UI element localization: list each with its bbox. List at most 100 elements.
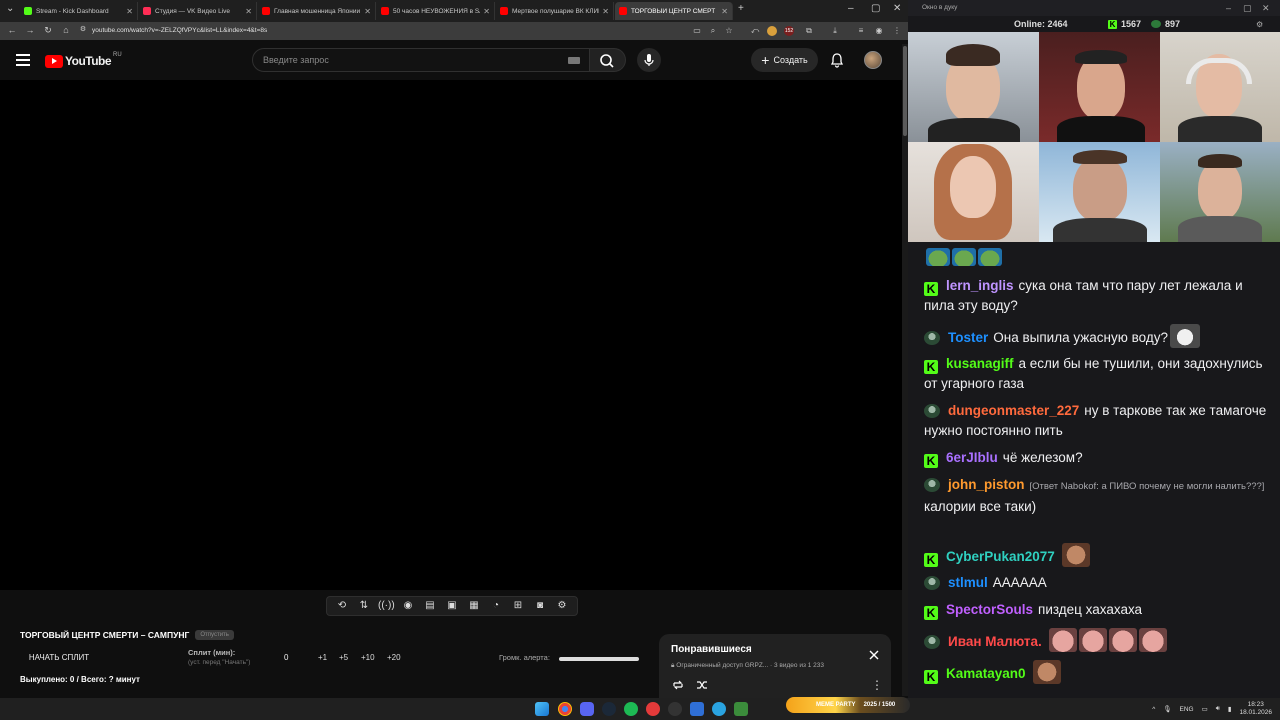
obs-icon[interactable]	[668, 702, 682, 716]
language-indicator[interactable]: ENG	[1180, 706, 1194, 713]
picture-in-picture-icon[interactable]: ▣	[444, 599, 460, 613]
chat-username[interactable]: Kamatayan0	[946, 666, 1026, 681]
close-icon[interactable]	[867, 648, 881, 662]
download-icon[interactable]: ⤓	[830, 26, 840, 36]
windows-start-icon[interactable]	[535, 702, 549, 716]
chat-username[interactable]: john_piston	[948, 477, 1025, 492]
cast-icon[interactable]: ▭	[692, 26, 702, 36]
avatar[interactable]	[864, 51, 882, 69]
network-icon[interactable]: ▭	[1202, 705, 1208, 713]
broadcast-icon[interactable]: ((·))	[378, 599, 395, 613]
tab-youtube-active[interactable]: ТОРГОВЫЙ ЦЕНТР СМЕРТ ✕	[615, 2, 733, 20]
media-player-icon[interactable]	[690, 702, 704, 716]
add-20-minutes-button[interactable]: +20	[387, 653, 401, 662]
chat-username[interactable]: lern_inglis	[946, 278, 1014, 293]
extension-icon[interactable]	[767, 26, 777, 36]
title-badge-button[interactable]: Отпустить	[195, 630, 234, 640]
reading-list-icon[interactable]: ≡	[856, 26, 866, 36]
eye-icon[interactable]: ◉	[400, 599, 416, 613]
meme-party-promo-widget[interactable]: MEME PARTY 2025 / 1500	[786, 697, 910, 713]
telegram-icon[interactable]	[712, 702, 726, 716]
reload-icon[interactable]: ↻	[40, 25, 56, 36]
chat-username[interactable]: kusanagiff	[946, 356, 1014, 371]
forward-icon[interactable]: →	[22, 25, 38, 35]
loop-playlist-icon[interactable]	[671, 678, 685, 692]
tab-youtube-2[interactable]: 50 часов НЕУВОЖЕНИЯ в SAM ✕	[377, 2, 495, 20]
settings-gear-icon[interactable]: ⚙	[1256, 20, 1263, 29]
search-input[interactable]	[253, 49, 543, 71]
chat-username[interactable]: stlmul	[948, 575, 988, 590]
back-icon[interactable]: ←	[4, 25, 20, 35]
search-box[interactable]	[252, 48, 590, 72]
video-player[interactable]	[0, 80, 902, 590]
spotify-icon[interactable]	[624, 702, 638, 716]
search-button[interactable]	[590, 48, 626, 72]
close-tab-icon[interactable]: ✕	[245, 7, 252, 16]
scrollbar-thumb[interactable]	[903, 46, 907, 136]
tray-chevron-icon[interactable]: ^	[1152, 706, 1155, 713]
chat-username[interactable]: CyberPukan2077	[946, 549, 1055, 564]
profile-icon[interactable]: ◉	[874, 26, 884, 36]
add-1-minute-button[interactable]: +1	[318, 653, 327, 662]
close-tab-icon[interactable]: ✕	[483, 7, 490, 16]
notifications-bell-icon[interactable]	[829, 52, 845, 68]
chat-username[interactable]: dungeonmaster_227	[948, 403, 1079, 418]
add-clip-icon[interactable]: ⊞	[510, 599, 526, 613]
chat-username[interactable]: 6erJIblu	[946, 450, 998, 465]
chat-username[interactable]: Toster	[948, 330, 988, 345]
close-tab-icon[interactable]: ✕	[364, 7, 371, 16]
youtube-logo[interactable]: YouTube RU	[45, 52, 122, 68]
keyboard-icon[interactable]	[568, 57, 580, 64]
screenshot-camera-icon[interactable]: ◙	[532, 599, 548, 613]
more-options-icon[interactable]: ⋮	[871, 678, 883, 692]
extensions-puzzle-icon[interactable]: ⧉	[804, 26, 814, 36]
voice-search-button[interactable]	[637, 48, 661, 72]
tab-vk-studio[interactable]: Студия — VK Видео Live ✕	[139, 2, 257, 20]
shuffle-icon[interactable]	[695, 678, 709, 692]
add-5-minutes-button[interactable]: +5	[339, 653, 348, 662]
microphone-icon[interactable]: 🎙︎	[1163, 705, 1171, 713]
chat-username[interactable]: Иван Малюта.	[948, 634, 1042, 649]
app-icon[interactable]	[646, 702, 660, 716]
clock[interactable]: 18:23 18.01.2026	[1239, 701, 1272, 717]
chat-username[interactable]: SpectorSouls	[946, 602, 1033, 617]
sidebar-icon[interactable]: ⤺	[750, 26, 760, 36]
playlist-title[interactable]: Понравившиеся	[671, 644, 752, 655]
maximize-icon[interactable]: ▢	[1243, 0, 1252, 16]
close-tab-icon[interactable]: ✕	[721, 7, 728, 16]
sort-icon[interactable]: ⇅	[356, 599, 372, 613]
extension-badge-icon[interactable]: 152	[784, 26, 794, 36]
chrome-icon[interactable]	[558, 702, 572, 716]
close-tab-icon[interactable]: ✕	[602, 7, 609, 16]
create-button[interactable]: + Создать	[751, 48, 818, 72]
battery-icon[interactable]: ▮	[1228, 705, 1232, 713]
home-icon[interactable]: ⌂	[58, 25, 74, 35]
site-info-icon[interactable]: ⚙	[75, 25, 91, 33]
alert-volume-slider[interactable]	[559, 657, 639, 661]
new-tab-icon[interactable]: +	[738, 3, 744, 14]
split-minutes-value[interactable]: 0	[284, 653, 288, 662]
steam-icon[interactable]	[602, 702, 616, 716]
start-split-button[interactable]: НАЧАТЬ СПЛИТ	[22, 650, 96, 666]
url-field[interactable]: youtube.com/watch?v=-ZELZQfVPYc&list=LL&…	[92, 25, 652, 37]
close-window-icon[interactable]: ✕	[1262, 0, 1270, 16]
volume-icon[interactable]: 🔊︎	[1216, 705, 1220, 713]
tab-kick-dashboard[interactable]: Stream - Kick Dashboard ✕	[20, 2, 138, 20]
app-icon[interactable]	[734, 702, 748, 716]
maximize-icon[interactable]: ▢	[871, 3, 880, 14]
frames-icon[interactable]: ▦	[466, 599, 482, 613]
hamburger-menu-icon[interactable]	[16, 54, 30, 66]
minimize-icon[interactable]: –	[848, 3, 854, 14]
minimize-icon[interactable]: –	[1226, 0, 1231, 16]
tab-youtube-3[interactable]: Мертвое полушарие ВК КЛИП ✕	[496, 2, 614, 20]
clapperboard-icon[interactable]: ▤	[422, 599, 438, 613]
close-tab-icon[interactable]: ✕	[126, 7, 133, 16]
tab-list-icon[interactable]: ⌄	[6, 3, 14, 14]
add-10-minutes-button[interactable]: +10	[361, 653, 375, 662]
settings-gear-icon[interactable]: ⚙	[554, 599, 570, 613]
loop-icon[interactable]: ⟲	[334, 599, 350, 613]
browser-menu-icon[interactable]: ⋮	[892, 26, 902, 36]
speed-icon[interactable]: ◔	[488, 599, 504, 613]
discord-icon[interactable]	[580, 702, 594, 716]
zoom-icon[interactable]: ⌕	[708, 26, 718, 36]
